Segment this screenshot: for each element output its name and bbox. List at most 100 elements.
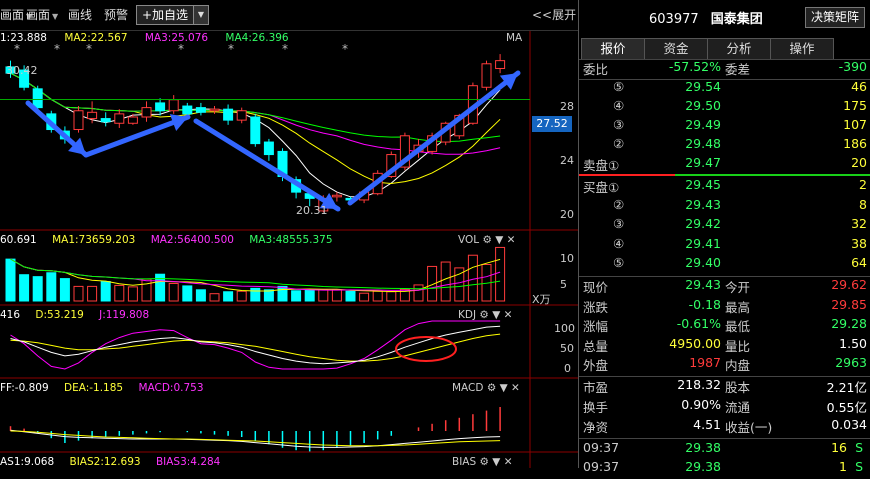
gear-icon[interactable]: ⚙ — [482, 234, 491, 246]
order-volume: 186 — [843, 136, 867, 151]
order-volume: 32 — [851, 216, 867, 231]
quote-row: 总量 4950.00 量比 1.50 — [579, 336, 870, 356]
axis-label-20: 20 — [560, 208, 574, 221]
kdj-d-line — [10, 333, 501, 362]
tab-analysis[interactable]: 分析 — [707, 38, 771, 60]
quote-panel: 603977 国泰集团 决策矩阵 报价 资金 分析 操作 委比 -57.52% … — [578, 0, 870, 474]
expand-button[interactable]: <<展开 — [532, 6, 576, 23]
order-volume: 2 — [859, 177, 867, 192]
order-level: 卖盘① — [583, 158, 620, 173]
chevron-down-icon[interactable]: ▼ — [495, 234, 503, 246]
fundamental-row: 市盈 218.32 股本 2.21亿 — [579, 377, 870, 397]
fundamental-row: 净资 4.51 收益(一) 0.034 — [579, 417, 870, 437]
tick-row: 09:37 29.38 16 S — [579, 440, 870, 460]
chevron-down-icon[interactable]: ▼ — [492, 456, 500, 468]
tick-volume: 16 — [831, 440, 847, 455]
candle-body — [32, 88, 43, 109]
candle-body — [481, 63, 492, 88]
buy-order-row: ⑤ 29.40 64 — [579, 255, 870, 275]
close-icon[interactable]: ✕ — [504, 309, 513, 321]
volume-bar — [386, 291, 397, 302]
ma2-value: MA2:22.567 — [64, 32, 128, 44]
sell-order-row: ④ 29.50 175 — [579, 98, 870, 118]
macd-pane — [9, 407, 501, 452]
candle-body — [236, 110, 247, 121]
candle-body — [100, 118, 111, 123]
bias-tag: BIAS ⚙ ▼ ✕ — [452, 456, 513, 468]
chevron-down-icon[interactable]: ▼ — [500, 382, 508, 394]
buy-order-row: ③ 29.42 32 — [579, 216, 870, 236]
volume-bar — [359, 292, 370, 302]
gear-icon[interactable]: ⚙ — [487, 382, 496, 394]
close-icon[interactable]: ✕ — [507, 234, 516, 246]
order-level: ③ — [613, 117, 625, 132]
candle-body — [195, 107, 206, 113]
star-marker: * — [228, 42, 234, 56]
order-volume: 20 — [851, 155, 867, 170]
fundamental-value: 218.32 — [677, 377, 721, 392]
tab-operate[interactable]: 操作 — [770, 38, 834, 60]
ma-tag[interactable]: MA — [506, 32, 522, 44]
ma-legend: 1:23.888 MA2:22.567 MA3:25.076 MA4:26.39… — [0, 32, 289, 44]
close-icon[interactable]: ✕ — [511, 382, 520, 394]
fundamental-value: 2.21亿 — [826, 380, 867, 395]
ma3-value: MA3:25.076 — [144, 32, 209, 44]
order-price: 29.48 — [685, 136, 721, 151]
candle-body — [223, 108, 234, 121]
low-price-label: 20.31 — [296, 204, 328, 217]
tab-quote[interactable]: 报价 — [581, 38, 645, 60]
gear-icon[interactable]: ⚙ — [480, 456, 489, 468]
order-volume: 38 — [851, 235, 867, 251]
decision-matrix-button[interactable]: 决策矩阵 — [805, 7, 865, 28]
volume-ma-line — [10, 258, 501, 291]
quote-label: 最低 — [725, 319, 751, 334]
kline-chart-area[interactable]: * * * * * * * — [0, 31, 578, 468]
close-icon[interactable]: ✕ — [504, 456, 513, 468]
ma4-value: MA4:26.396 — [225, 32, 289, 44]
star-marker: * — [342, 42, 348, 56]
quote-value: 29.62 — [831, 277, 867, 292]
fundamental-label: 换手 — [583, 400, 609, 415]
kdj-legend: 416 D:53.219 J:119.808 — [0, 309, 150, 321]
buy-order-row: ② 29.43 8 — [579, 197, 870, 217]
star-marker: * — [282, 42, 288, 56]
alert-button[interactable]: 预警 — [104, 6, 128, 23]
star-marker: * — [86, 42, 92, 56]
candle-body — [87, 111, 98, 120]
dropdown-arrow-icon: ▼ — [52, 12, 59, 21]
candle-body — [331, 194, 342, 198]
add-watchlist-button[interactable]: +加自选 — [136, 5, 194, 25]
candle-body — [155, 102, 166, 112]
quote-row: 涨跌 -0.18 最高 29.85 — [579, 297, 870, 317]
quote-label: 量比 — [725, 338, 751, 354]
add-watchlist-dropdown-icon[interactable]: ▼ — [193, 5, 209, 25]
trend-arrow — [347, 70, 521, 206]
current-price-tag: 27.52 — [532, 116, 572, 132]
volume-bar — [440, 261, 451, 302]
chart-screen-menu[interactable]: 画面 ▼ — [26, 6, 58, 23]
quote-value: 2963 — [835, 355, 867, 370]
draw-line-button[interactable]: 画线 — [68, 6, 92, 23]
order-volume: 46 — [851, 79, 867, 94]
candle-body — [114, 113, 125, 124]
gear-icon[interactable]: ⚙ — [479, 309, 488, 321]
tick-price: 29.38 — [685, 459, 721, 474]
volume-bar — [182, 285, 193, 302]
fundamental-label: 股本 — [725, 380, 751, 395]
candle-body — [168, 99, 179, 112]
sell-order-row: 卖盘① 29.47 20 — [579, 155, 870, 175]
chart-toolbar: 画面 ▼ 画面 ▼ 画线 预警 +加自选 ▼ <<展开 — [0, 0, 578, 31]
order-price: 29.47 — [685, 155, 721, 170]
candle-body — [263, 141, 274, 156]
kdj-axis-100: 100 — [554, 322, 575, 335]
tab-funds[interactable]: 资金 — [644, 38, 708, 60]
tick-time: 09:37 — [583, 459, 620, 474]
order-price: 29.54 — [685, 79, 721, 94]
order-price: 29.45 — [685, 177, 721, 192]
kdj-pane — [10, 320, 501, 370]
bid-ask-divider — [579, 174, 870, 176]
axis-label-24: 24 — [560, 154, 574, 167]
chevron-down-icon[interactable]: ▼ — [492, 309, 500, 321]
order-price: 29.49 — [685, 117, 721, 132]
fundamental-value: 4.51 — [693, 417, 721, 432]
